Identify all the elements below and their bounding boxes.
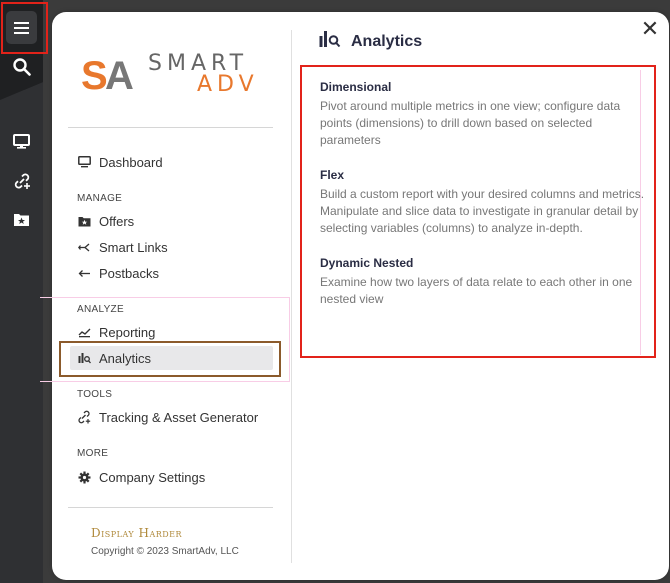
guide-line [289,297,290,382]
star-folder-icon[interactable] [0,204,43,234]
feature-description: Pivot around multiple metrics in one vie… [320,99,621,147]
nav-postbacks-label: Postbacks [99,265,159,281]
nav-smart-links-label: Smart Links [99,239,168,255]
svg-text:S: S [81,54,108,96]
section-tools: TOOLS [77,389,113,400]
analytics-icon [319,30,341,53]
logo-divider [68,127,273,128]
nav-tracking-label: Tracking & Asset Generator [99,409,259,425]
footer-divider [68,507,273,508]
section-more: MORE [77,448,109,459]
gear-icon [77,470,91,484]
nav-analytics[interactable]: Analytics [77,347,151,369]
section-analyze: ANALYZE [77,304,124,315]
nav-dashboard-label: Dashboard [99,154,163,170]
feature-description: Build a custom report with your desired … [320,187,645,235]
chart-bars-icon [77,325,91,339]
star-folder-icon [77,214,91,228]
hamburger-menu-icon[interactable] [6,11,37,44]
footer-tagline: Display Harder [91,526,183,540]
close-icon[interactable]: ✕ [640,18,660,40]
nav-tracking[interactable]: Tracking & Asset Generator [77,406,258,428]
content-title: Analytics [351,32,423,50]
logo-word-adv: ADV [197,72,259,97]
footer-copyright: Copyright © 2023 SmartAdv, LLC [91,546,239,557]
nav-company-settings-label: Company Settings [99,469,206,485]
nav-offers[interactable]: Offers [77,210,134,232]
svg-text:A: A [105,54,134,96]
nav-analytics-label: Analytics [99,350,152,366]
analytics-icon [77,351,91,365]
panel-vertical-divider [291,30,292,563]
feature-title: Dynamic Nested [320,256,414,270]
nav-smart-links[interactable]: Smart Links [77,236,168,258]
link-plus-icon[interactable] [0,166,43,196]
search-icon[interactable] [0,52,43,82]
arrow-left-icon [77,266,91,280]
feature-description: Examine how two layers of data relate to… [320,275,633,306]
guide-line [40,297,290,298]
content-header: Analytics [319,30,422,53]
guide-line [40,381,290,382]
nav-postbacks[interactable]: Postbacks [77,262,159,284]
smartadv-logo: S A SMART ADV [81,51,266,98]
feature-title: Flex [320,168,345,182]
nav-company-settings[interactable]: Company Settings [77,466,205,488]
nav-dashboard[interactable]: Dashboard [77,151,163,173]
nav-offers-label: Offers [99,213,135,229]
section-manage: MANAGE [77,193,123,204]
monitor-icon[interactable] [0,126,43,156]
monitor-icon [77,155,91,169]
nav-reporting-label: Reporting [99,324,156,340]
split-arrow-icon [77,240,91,254]
feature-title: Dimensional [320,80,392,94]
nav-reporting[interactable]: Reporting [77,321,155,343]
link-plus-icon [77,410,91,424]
